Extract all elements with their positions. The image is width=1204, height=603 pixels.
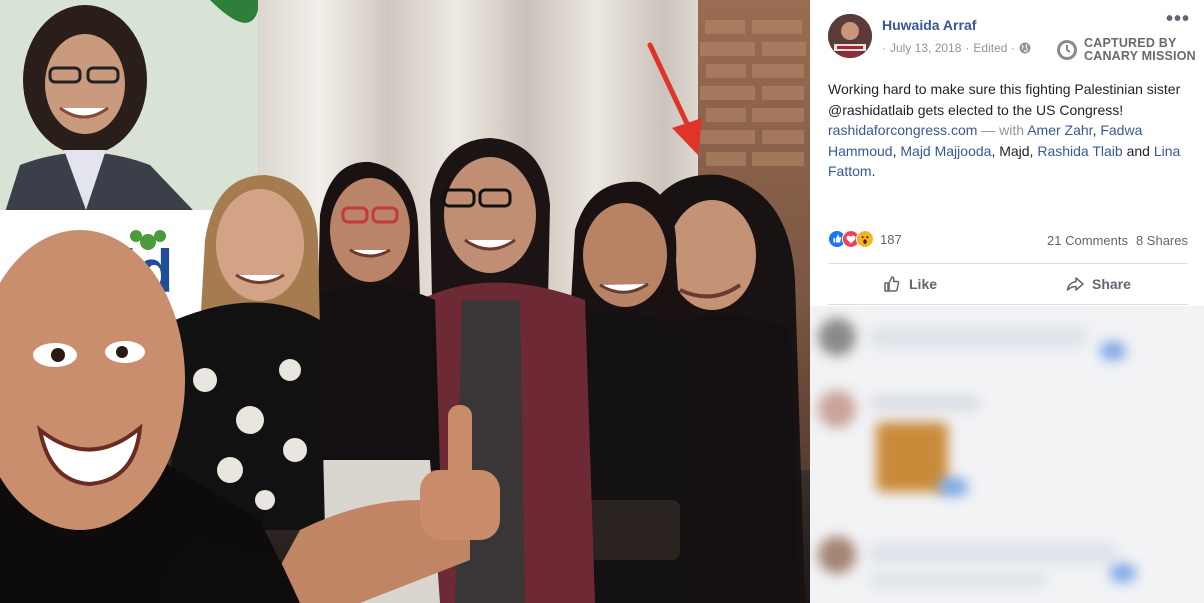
meta-separator: · [882, 41, 886, 55]
edited-label[interactable]: Edited · [973, 41, 1014, 55]
post-date[interactable]: July 13, 2018 [890, 41, 961, 55]
clock-icon [1057, 40, 1077, 60]
with-text: — with [977, 122, 1028, 138]
tag-majd-majjooda[interactable]: Majd Majjooda [900, 143, 991, 159]
and-text: and [1122, 142, 1154, 159]
more-options-icon[interactable]: ••• [1166, 9, 1190, 29]
reactions-summary[interactable]: 187 [828, 230, 902, 248]
wow-reaction-icon [856, 230, 874, 248]
avatar-image [828, 14, 872, 58]
comment-bubble [868, 326, 1088, 348]
comment-avatar [818, 390, 856, 428]
comment-image [876, 422, 948, 492]
post-panel: Huwaida Arraf · July 13, 2018 · Edited ·… [810, 0, 1204, 603]
comments-section-blurred [810, 306, 1204, 603]
share-label: Share [1092, 276, 1131, 292]
watermark-text: CAPTURED BY CANARY MISSION [1084, 37, 1196, 63]
tag-amer-zahr[interactable]: Amer Zahr [1027, 122, 1092, 138]
post-body: Working hard to make sure this fighting … [828, 81, 1181, 118]
website-link[interactable]: rashidaforcongress.com [828, 122, 977, 138]
like-label: Like [909, 276, 938, 292]
comment-avatar [818, 318, 856, 356]
comment-reaction [1100, 342, 1126, 360]
comment-reaction [938, 478, 968, 496]
engagement-stats: 21 Comments 8 Shares [1047, 233, 1188, 248]
post-text: Working hard to make sure this fighting … [828, 79, 1183, 182]
plain-majd: , Majd, [991, 142, 1038, 159]
tag-rashida-tlaib[interactable]: Rashida Tlaib [1037, 143, 1122, 159]
divider [828, 304, 1188, 305]
share-icon [1066, 277, 1084, 291]
comments-count[interactable]: 21 Comments [1047, 233, 1128, 248]
share-button[interactable]: Share [1065, 274, 1131, 294]
capture-watermark: CAPTURED BY CANARY MISSION [1056, 37, 1196, 63]
comment-reaction [1110, 564, 1136, 582]
thumbs-up-icon [884, 276, 900, 292]
comment-bubble [868, 542, 1118, 564]
reaction-count: 187 [880, 231, 902, 247]
comment-bubble [868, 572, 1048, 588]
watermark-line2: CANARY MISSION [1084, 49, 1196, 63]
shares-count[interactable]: 8 Shares [1136, 233, 1188, 248]
comment-avatar [818, 536, 856, 574]
period: . [871, 163, 876, 179]
globe-icon[interactable] [1019, 42, 1031, 54]
post-meta: · July 13, 2018 · Edited · [882, 41, 1031, 55]
post-photo[interactable]: id [0, 0, 810, 603]
comment-bubble [870, 396, 980, 410]
author-name[interactable]: Huwaida Arraf [882, 17, 976, 33]
divider [828, 263, 1188, 264]
meta-separator: · [965, 41, 970, 55]
avatar[interactable] [828, 14, 872, 58]
photo-illustration: id [0, 0, 810, 603]
like-button[interactable]: Like [882, 274, 937, 294]
